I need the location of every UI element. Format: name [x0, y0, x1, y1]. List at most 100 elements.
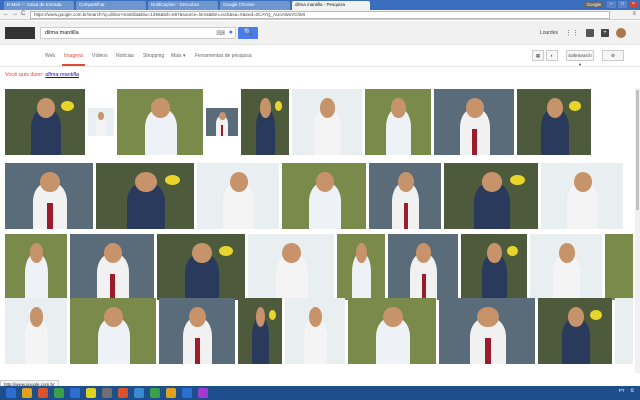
chrome-menu-icon[interactable]: ≡ — [632, 11, 636, 17]
image-thumbnail[interactable] — [159, 298, 235, 364]
trumpet — [589, 309, 602, 321]
image-thumbnail[interactable] — [530, 234, 602, 300]
person-head — [481, 172, 503, 193]
image-thumbnail[interactable] — [241, 89, 289, 155]
taskbar-app-icon[interactable] — [166, 388, 176, 398]
share-plus-icon[interactable]: + — [601, 29, 609, 37]
google-header: dilma mantilla ⌨ ● 🔍 Lourdes ⋮⋮ + — [0, 21, 640, 45]
image-thumbnail[interactable] — [517, 89, 591, 155]
user-name[interactable]: Lourdes — [540, 30, 558, 36]
tab-4[interactable]: Shopping — [143, 53, 164, 59]
image-thumbnail[interactable] — [444, 163, 538, 229]
image-thumbnail[interactable] — [248, 234, 334, 300]
google-logo[interactable] — [5, 27, 35, 39]
tab-0[interactable]: Web — [45, 53, 55, 59]
forward-icon[interactable]: → — [12, 11, 18, 17]
image-thumbnail[interactable] — [348, 298, 436, 364]
taskbar-app-icon[interactable] — [118, 388, 128, 398]
browser-tab[interactable]: dilma mantilla - Pesquisa — [292, 1, 370, 10]
image-thumbnail[interactable] — [70, 234, 154, 300]
safesearch-button[interactable]: SafeSearch ▾ — [566, 50, 594, 67]
taskbar-app-icon[interactable] — [134, 388, 144, 398]
gear-icon[interactable]: ⚙ — [602, 50, 624, 61]
image-thumbnail[interactable] — [70, 298, 156, 364]
search-input[interactable]: dilma mantilla ⌨ ● — [40, 27, 236, 39]
image-thumbnail[interactable] — [5, 89, 85, 155]
person-head — [229, 172, 248, 193]
scrollbar-thumb[interactable] — [636, 90, 639, 210]
microphone-icon[interactable]: ● — [229, 28, 233, 38]
image-thumbnail[interactable] — [538, 298, 612, 364]
taskbar-app-icon[interactable] — [54, 388, 64, 398]
image-thumbnail[interactable] — [365, 89, 431, 155]
settings-view-icon[interactable]: ◐ — [546, 50, 558, 61]
scrollbar[interactable] — [635, 88, 640, 373]
avatar[interactable] — [616, 28, 626, 38]
image-thumbnail[interactable] — [117, 89, 203, 155]
grid-view-icon[interactable]: ▦ — [532, 50, 544, 61]
taskbar-app-icon[interactable] — [22, 388, 32, 398]
browser-tab[interactable]: Google Chrome — [220, 1, 290, 10]
image-thumbnail[interactable] — [615, 298, 633, 364]
trumpet — [568, 100, 581, 112]
keyboard-icon[interactable]: ⌨ — [216, 29, 225, 39]
image-thumbnail[interactable] — [388, 234, 458, 300]
browser-tab[interactable]: Compartilhar — [76, 1, 146, 10]
image-thumbnail[interactable] — [238, 298, 282, 364]
image-thumbnail[interactable] — [5, 163, 93, 229]
taskbar-app-icon[interactable] — [198, 388, 208, 398]
taskbar-app-icon[interactable] — [70, 388, 80, 398]
profile-button[interactable]: Google — [583, 1, 604, 8]
tab-6[interactable]: Ferramentas de pesquisa — [195, 53, 252, 59]
taskbar-app-icon[interactable] — [182, 388, 192, 398]
image-thumbnail[interactable] — [197, 163, 279, 229]
clock[interactable]: ⏲ — [630, 388, 634, 393]
image-thumbnail[interactable] — [605, 234, 633, 300]
image-thumbnail[interactable] — [434, 89, 514, 155]
image-thumbnail[interactable] — [292, 89, 362, 155]
apps-grid-icon[interactable]: ⋮⋮ — [565, 29, 579, 37]
notifications-icon[interactable] — [586, 29, 594, 37]
taskbar-app-icon[interactable] — [150, 388, 160, 398]
image-thumbnail[interactable] — [461, 234, 527, 300]
browser-tab[interactable]: E-Mail — Caixa de Entrada — [4, 1, 74, 10]
image-thumbnail[interactable] — [206, 108, 238, 136]
image-thumbnail[interactable] — [285, 298, 345, 364]
taskbar-app-icon[interactable] — [102, 388, 112, 398]
image-thumbnail[interactable] — [337, 234, 385, 300]
image-thumbnail[interactable] — [96, 163, 194, 229]
image-thumbnail[interactable] — [541, 163, 623, 229]
tab-2[interactable]: Vídeos — [92, 53, 108, 59]
image-thumbnail[interactable] — [5, 298, 67, 364]
minimize-icon[interactable]: – — [607, 1, 616, 8]
search-button[interactable]: 🔍 — [238, 27, 258, 39]
search-query: dilma mantilla — [45, 30, 79, 36]
image-thumbnail[interactable] — [157, 234, 245, 300]
image-thumbnail[interactable] — [5, 234, 67, 300]
image-thumbnail[interactable] — [439, 298, 535, 364]
language-indicator[interactable]: PT — [619, 388, 625, 393]
taskbar-app-icon[interactable] — [38, 388, 48, 398]
image-thumbnail[interactable] — [282, 163, 366, 229]
person-head — [40, 172, 60, 193]
image-thumbnail[interactable] — [369, 163, 441, 229]
tab-3[interactable]: Notícias — [116, 53, 134, 59]
tie — [485, 337, 491, 364]
trumpet — [507, 245, 518, 257]
tab-5[interactable]: Mais ▾ — [171, 53, 185, 59]
taskbar-app-icon[interactable] — [86, 388, 96, 398]
maximize-icon[interactable]: □ — [618, 1, 627, 8]
image-row — [5, 162, 623, 230]
url-input[interactable]: https://www.google.com.br/search?q=dilma… — [30, 11, 610, 19]
image-row — [5, 233, 633, 301]
close-icon[interactable]: × — [629, 1, 638, 8]
browser-tab[interactable]: Notificações - Descubra — [148, 1, 218, 10]
image-thumbnail[interactable] — [88, 108, 114, 136]
windows-taskbar: PT ⏲ — [0, 386, 640, 400]
person-head — [37, 98, 55, 119]
did-you-mean-link[interactable]: dilma mantilla — [45, 72, 79, 78]
reload-icon[interactable]: C — [21, 11, 25, 17]
taskbar-app-icon[interactable] — [6, 388, 16, 398]
tab-1[interactable]: Imagens — [61, 53, 86, 66]
back-icon[interactable]: ← — [3, 11, 9, 17]
